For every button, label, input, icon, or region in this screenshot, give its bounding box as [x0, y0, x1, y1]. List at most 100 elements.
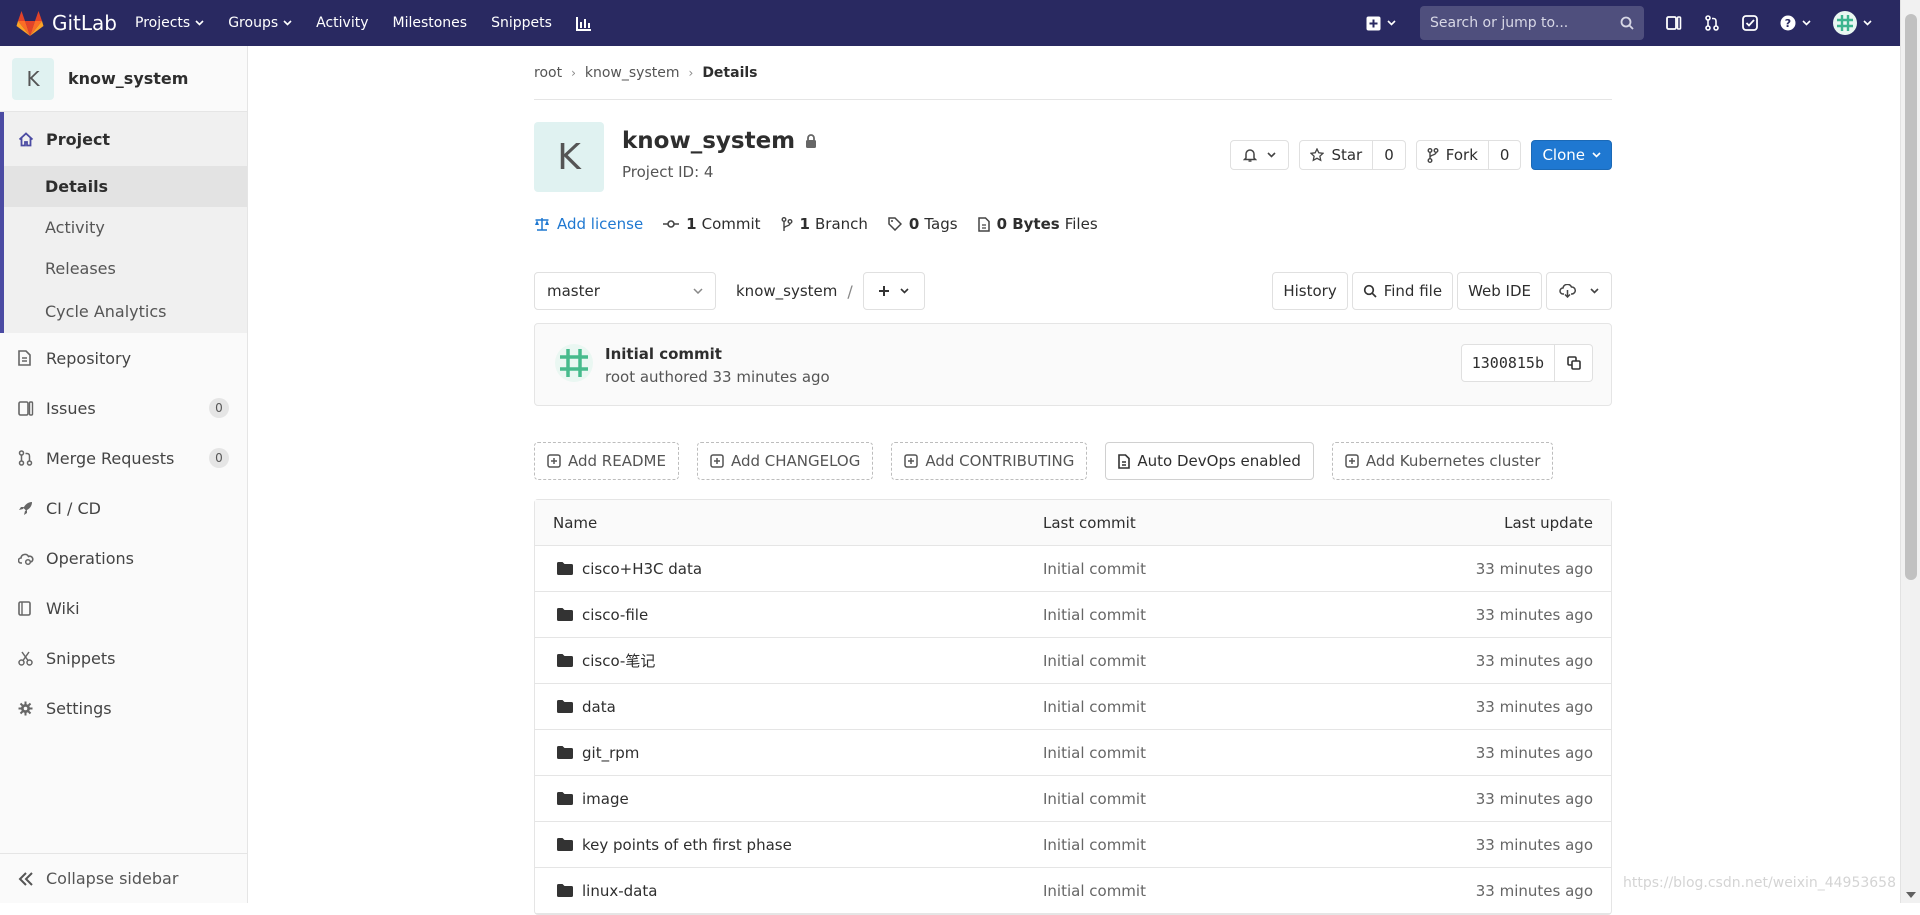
sidebar-item-merge-requests[interactable]: Merge Requests 0 — [0, 433, 247, 483]
fork-count[interactable]: 0 — [1489, 140, 1522, 170]
collapse-sidebar-label: Collapse sidebar — [46, 869, 178, 888]
table-row[interactable]: cisco-file Initial commit 33 minutes ago — [535, 592, 1611, 638]
row-name[interactable]: git_rpm — [582, 744, 639, 762]
row-commit[interactable]: Initial commit — [1043, 560, 1363, 578]
chevron-down-icon — [1387, 20, 1396, 26]
sidebar-item-project[interactable]: Project — [4, 112, 247, 166]
table-row[interactable]: cisco+H3C data Initial commit 33 minutes… — [535, 546, 1611, 592]
files-size: 0 Bytes — [997, 215, 1060, 233]
add-changelog-button[interactable]: Add CHANGELOG — [697, 442, 873, 480]
sidebar-item-repository[interactable]: Repository — [0, 333, 247, 383]
nav-milestones[interactable]: Milestones — [392, 15, 467, 31]
star-count[interactable]: 0 — [1373, 140, 1406, 170]
scrollbar-thumb[interactable] — [1905, 14, 1917, 580]
tree-path-project[interactable]: know_system — [736, 282, 837, 300]
sidebar-item-issues[interactable]: Issues 0 — [0, 383, 247, 433]
row-commit[interactable]: Initial commit — [1043, 744, 1363, 762]
sidebar-item-ci-cd[interactable]: CI / CD — [0, 483, 247, 533]
row-commit[interactable]: Initial commit — [1043, 790, 1363, 808]
sidebar-item-operations[interactable]: Operations — [0, 533, 247, 583]
table-row[interactable]: image Initial commit 33 minutes ago — [535, 776, 1611, 822]
commit-sha[interactable]: 1300815b — [1461, 344, 1555, 382]
row-name[interactable]: linux-data — [582, 882, 657, 900]
tag-icon — [888, 217, 902, 231]
table-row[interactable]: data Initial commit 33 minutes ago — [535, 684, 1611, 730]
sidebar-item-wiki[interactable]: Wiki — [0, 583, 247, 633]
tags-label: Tags — [924, 215, 957, 233]
download-dropdown[interactable] — [1546, 272, 1612, 310]
row-commit[interactable]: Initial commit — [1043, 652, 1363, 670]
sidebar-project-header[interactable]: K know_system — [0, 46, 247, 112]
sidebar-item-settings[interactable]: Settings — [0, 683, 247, 733]
commit-title[interactable]: Initial commit — [605, 345, 722, 363]
add-readme-button[interactable]: Add README — [534, 442, 679, 480]
copy-sha-button[interactable] — [1555, 344, 1593, 382]
add-to-tree-dropdown[interactable] — [863, 272, 925, 310]
chevron-down-icon — [1863, 20, 1872, 26]
plus-square-icon — [1345, 454, 1359, 468]
row-commit[interactable]: Initial commit — [1043, 698, 1363, 716]
nav-groups[interactable]: Groups — [228, 15, 292, 31]
add-contributing-button[interactable]: Add CONTRIBUTING — [891, 442, 1087, 480]
fork-button[interactable]: Fork — [1416, 140, 1489, 170]
new-dropdown[interactable] — [1366, 16, 1396, 31]
nav-projects[interactable]: Projects — [135, 15, 204, 31]
auto-devops-button[interactable]: Auto DevOps enabled — [1105, 442, 1314, 480]
notifications-dropdown[interactable] — [1230, 140, 1289, 170]
row-name[interactable]: cisco+H3C data — [582, 560, 702, 578]
branches-stat[interactable]: 1 Branch — [781, 215, 868, 233]
author-identicon-avatar[interactable] — [555, 344, 593, 382]
commit-author[interactable]: root — [605, 368, 635, 386]
breadcrumb-current[interactable]: Details — [702, 65, 757, 81]
merge-requests-shortcut[interactable] — [1704, 15, 1720, 31]
breadcrumb-root[interactable]: root — [534, 65, 562, 81]
row-commit[interactable]: Initial commit — [1043, 606, 1363, 624]
search-input[interactable]: Search or jump to... — [1420, 6, 1644, 40]
sidebar-subitem-activity[interactable]: Activity — [4, 207, 247, 248]
gitlab-logo[interactable]: GitLab — [16, 10, 117, 36]
collapse-sidebar-button[interactable]: Collapse sidebar — [0, 853, 247, 903]
help-dropdown[interactable]: ? — [1780, 15, 1811, 31]
folder-icon — [557, 792, 573, 805]
row-updated: 33 minutes ago — [1363, 698, 1593, 716]
add-kubernetes-button[interactable]: Add Kubernetes cluster — [1332, 442, 1554, 480]
page-scrollbar[interactable] — [1900, 0, 1920, 903]
row-name[interactable]: key points of eth first phase — [582, 836, 792, 854]
nav-activity[interactable]: Activity — [316, 15, 368, 31]
chevron-down-icon — [1802, 20, 1811, 26]
main-content: root › know_system › Details K know_syst… — [534, 46, 1612, 915]
commits-stat[interactable]: 1 Commit — [663, 215, 760, 233]
sidebar-subitem-cycle-analytics[interactable]: Cycle Analytics — [4, 289, 247, 333]
row-name[interactable]: cisco-file — [582, 606, 648, 624]
scroll-down-arrow-icon[interactable] — [1906, 892, 1916, 898]
table-row[interactable]: cisco-笔记 Initial commit 33 minutes ago — [535, 638, 1611, 684]
table-row[interactable]: key points of eth first phase Initial co… — [535, 822, 1611, 868]
issues-shortcut[interactable] — [1666, 15, 1682, 31]
table-row[interactable]: linux-data Initial commit 33 minutes ago — [535, 868, 1611, 914]
files-stat[interactable]: 0 Bytes Files — [978, 215, 1098, 233]
nav-analytics[interactable] — [576, 16, 592, 31]
sidebar-subitem-releases[interactable]: Releases — [4, 248, 247, 289]
find-file-button[interactable]: Find file — [1352, 272, 1453, 310]
sidebar-item-snippets[interactable]: Snippets — [0, 633, 247, 683]
add-license-link[interactable]: Add license — [534, 215, 643, 233]
table-row[interactable]: git_rpm Initial commit 33 minutes ago — [535, 730, 1611, 776]
history-button[interactable]: History — [1272, 272, 1347, 310]
web-ide-button[interactable]: Web IDE — [1457, 272, 1542, 310]
row-name[interactable]: data — [582, 698, 616, 716]
doc-icon — [18, 350, 34, 366]
clone-button[interactable]: Clone — [1531, 140, 1612, 170]
row-commit[interactable]: Initial commit — [1043, 836, 1363, 854]
row-name[interactable]: cisco-笔记 — [582, 650, 655, 671]
row-commit[interactable]: Initial commit — [1043, 882, 1363, 900]
tags-stat[interactable]: 0 Tags — [888, 215, 958, 233]
breadcrumb-project[interactable]: know_system — [585, 65, 680, 81]
star-button[interactable]: Star — [1299, 140, 1373, 170]
nav-projects-label: Projects — [135, 15, 190, 31]
user-menu[interactable] — [1833, 11, 1872, 35]
sidebar-subitem-details[interactable]: Details — [4, 166, 247, 207]
branch-switcher[interactable]: master — [534, 272, 716, 310]
row-name[interactable]: image — [582, 790, 629, 808]
nav-snippets[interactable]: Snippets — [491, 15, 552, 31]
todos-shortcut[interactable] — [1742, 15, 1758, 31]
